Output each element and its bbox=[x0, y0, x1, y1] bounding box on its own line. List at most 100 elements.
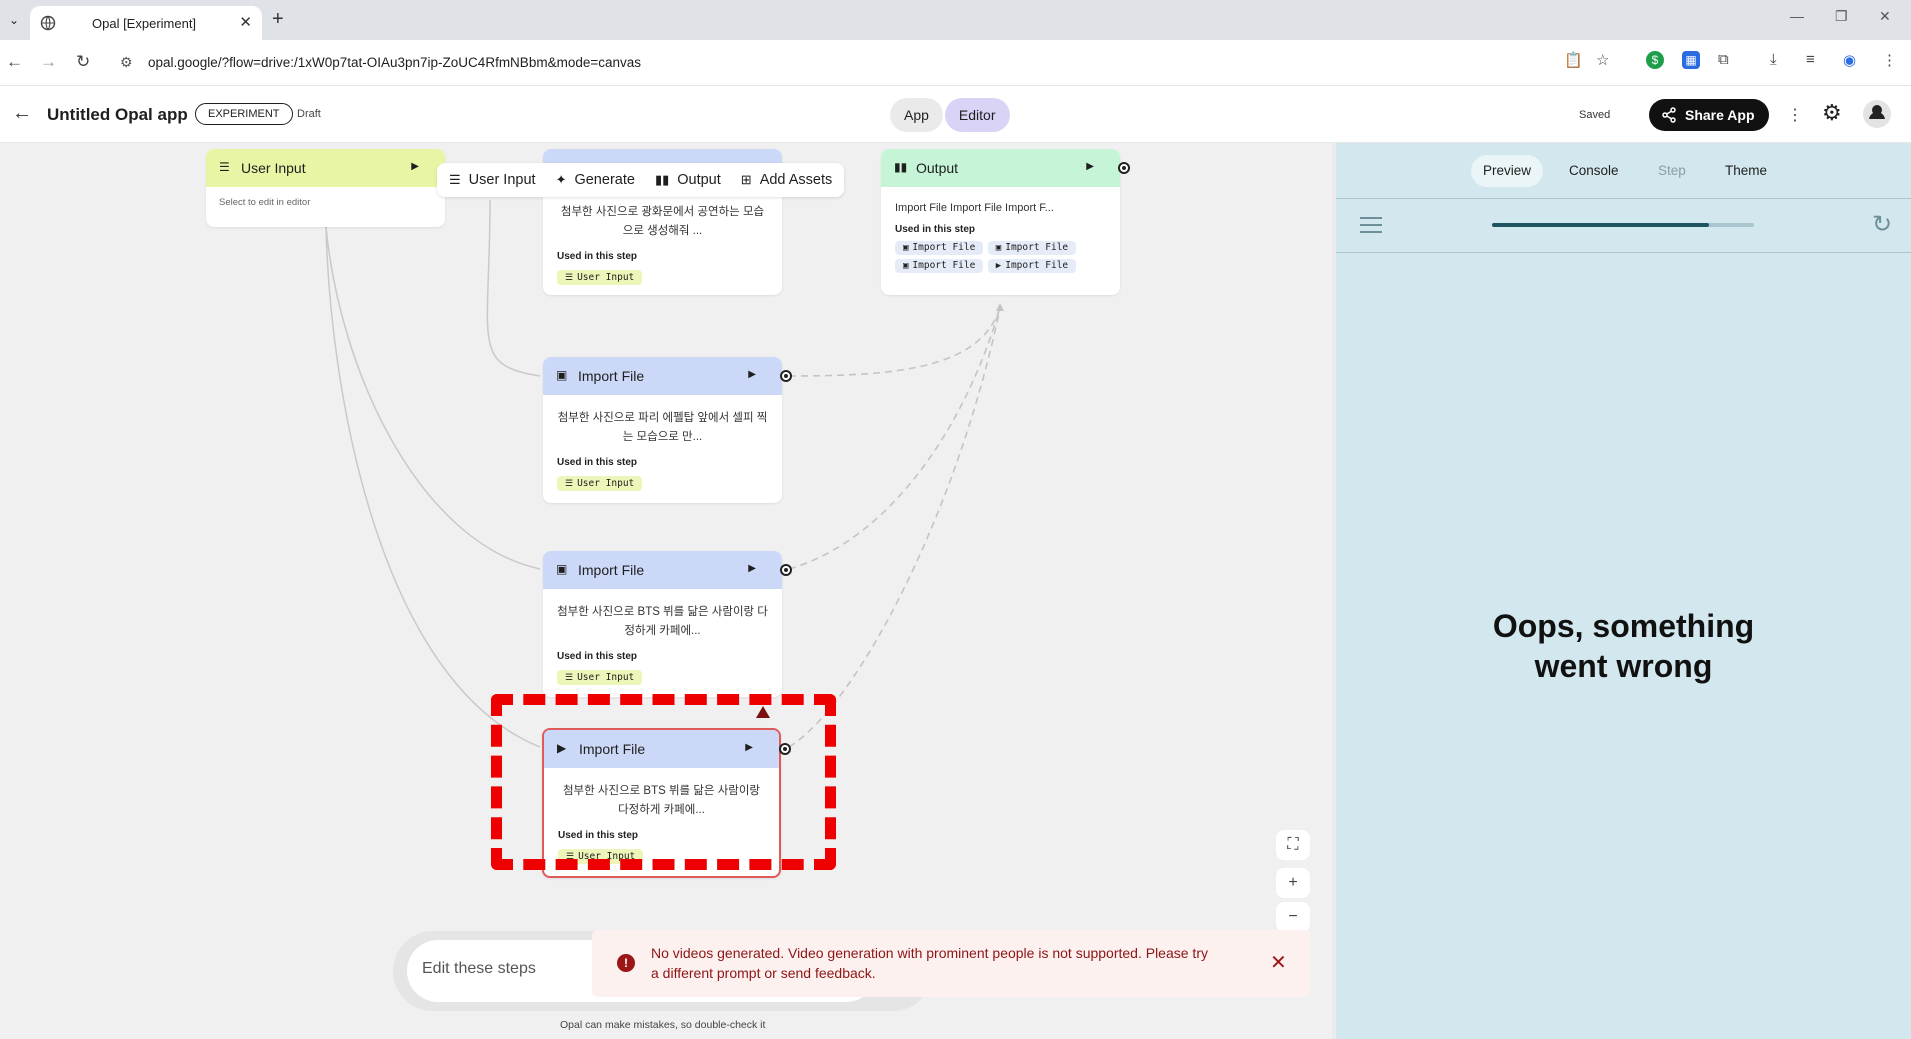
close-window-icon[interactable]: ✕ bbox=[1879, 8, 1891, 25]
tab-title: Opal [Experiment] bbox=[92, 16, 197, 31]
node-description: Import File Import File Import F... bbox=[895, 202, 1054, 214]
node-title: Output bbox=[916, 160, 959, 176]
node-header: ☰ User Input ▶ bbox=[206, 149, 445, 187]
site-settings-icon[interactable]: ⚙ bbox=[120, 54, 133, 71]
omnibox[interactable]: ⚙ opal.google/?flow=drive:/1xW0p7tat-OIA… bbox=[110, 47, 1610, 79]
close-error-icon[interactable]: ✕ bbox=[1270, 950, 1287, 975]
avatar[interactable] bbox=[1863, 100, 1891, 128]
toolbar-user-input-button[interactable]: ☰ User Input bbox=[449, 172, 536, 188]
browser-tab-bar: ⌄ Opal [Experiment] ✕ + — ❐ ✕ bbox=[0, 0, 1911, 40]
url-text[interactable]: opal.google/?flow=drive:/1xW0p7tat-OIAu3… bbox=[148, 55, 641, 70]
share-app-button[interactable]: Share App bbox=[1649, 99, 1769, 131]
close-tab-icon[interactable]: ✕ bbox=[239, 13, 252, 31]
tab-preview[interactable]: Preview bbox=[1471, 155, 1544, 187]
sparkle-icon: ✦ bbox=[555, 172, 567, 187]
chip-user-input: ☰ User Input bbox=[557, 476, 643, 491]
play-icon[interactable]: ▶ bbox=[748, 563, 756, 574]
more-options-icon[interactable]: ⋮ bbox=[1787, 105, 1803, 125]
app-title[interactable]: Untitled Opal app bbox=[47, 105, 188, 125]
chip-import-file: ▣ Import File bbox=[895, 241, 984, 255]
media-icon[interactable]: ≡ bbox=[1806, 51, 1815, 68]
add-box-icon: ⊞ bbox=[740, 172, 752, 187]
error-icon: ! bbox=[617, 954, 635, 972]
experiment-badge: EXPERIMENT bbox=[195, 103, 293, 125]
error-title: Oops, something went wrong bbox=[1492, 608, 1755, 684]
browser-tab[interactable]: Opal [Experiment] ✕ bbox=[30, 6, 262, 40]
output-port[interactable] bbox=[1118, 162, 1130, 174]
tab-console[interactable]: Console bbox=[1557, 155, 1631, 187]
minimize-icon[interactable]: — bbox=[1790, 8, 1804, 24]
node-user-input[interactable]: ☰ User Input ▶ Select to edit in editor bbox=[206, 149, 445, 227]
extension-blue-icon[interactable]: ▦ bbox=[1682, 51, 1700, 69]
image-file-icon: ▣ bbox=[556, 368, 568, 382]
error-toast: ! No videos generated. Video generation … bbox=[592, 930, 1310, 997]
tab-app[interactable]: App bbox=[890, 98, 943, 132]
node-import-file-2[interactable]: ▣ Import File ▶ 첨부한 사진으로 BTS 뷔를 닮은 사람이랑 … bbox=[543, 551, 792, 697]
chip-user-input: ☰ User Input bbox=[557, 270, 643, 285]
used-in-step-label: Used in this step bbox=[557, 251, 638, 262]
browser-menu-icon[interactable]: ⋮ bbox=[1882, 51, 1897, 69]
toolbar-generate-button[interactable]: ✦ Generate bbox=[556, 172, 635, 188]
used-in-step-label: Used in this step bbox=[895, 224, 976, 235]
puzzle-icon[interactable]: ⧉ bbox=[1718, 51, 1729, 68]
node-title: User Input bbox=[241, 160, 306, 176]
restart-icon[interactable]: ↻ bbox=[1872, 210, 1892, 239]
app-header: ← Untitled Opal app EXPERIMENT Draft App… bbox=[0, 86, 1911, 143]
download-icon[interactable]: ⤓ bbox=[1770, 51, 1777, 68]
share-app-label: Share App bbox=[1685, 107, 1755, 123]
chip-import-file: ▶ Import File bbox=[987, 259, 1077, 273]
image-file-icon: ▣ bbox=[556, 562, 568, 576]
new-tab-icon[interactable]: + bbox=[272, 8, 284, 31]
zoom-in-icon[interactable]: + bbox=[1276, 868, 1310, 898]
zoom-controls: ⛶ + − bbox=[1276, 830, 1316, 936]
zoom-out-icon[interactable]: − bbox=[1276, 902, 1310, 932]
play-icon[interactable]: ▶ bbox=[748, 369, 756, 380]
tab-editor[interactable]: Editor bbox=[944, 98, 1010, 132]
bookmark-star-icon[interactable]: ☆ bbox=[1596, 51, 1609, 69]
node-header: ▣ Import File ▶ bbox=[543, 357, 792, 395]
draft-status: Draft bbox=[297, 108, 321, 120]
node-header: ▮▮ Output ▶ bbox=[881, 149, 1130, 187]
node-output[interactable]: ▮▮ Output ▶ Import File Import File Impo… bbox=[881, 149, 1130, 295]
clipboard-icon[interactable]: 📋 bbox=[1564, 51, 1583, 69]
used-in-step-label: Used in this step bbox=[557, 651, 638, 662]
address-bar: ← → ↻ ⚙ opal.google/?flow=drive:/1xW0p7t… bbox=[0, 40, 1911, 86]
globe-icon bbox=[40, 15, 56, 31]
output-port[interactable] bbox=[780, 370, 792, 382]
toolbar-add-assets-button[interactable]: ⊞ Add Assets bbox=[741, 172, 832, 188]
menu-icon[interactable] bbox=[1360, 217, 1382, 238]
toolbar-output-button[interactable]: ▮▮ Output bbox=[655, 172, 721, 188]
node-header: ▣ Import File ▶ bbox=[543, 551, 792, 589]
fit-view-icon[interactable]: ⛶ bbox=[1276, 830, 1310, 860]
chip-import-file: ▣ Import File bbox=[987, 241, 1077, 255]
user-input-icon: ☰ bbox=[565, 273, 574, 283]
profile-icon[interactable]: ◉ bbox=[1843, 51, 1856, 69]
extension-green-icon[interactable]: $ bbox=[1646, 51, 1664, 69]
back-arrow-icon[interactable]: ← bbox=[12, 102, 32, 125]
forward-icon[interactable]: → bbox=[40, 52, 57, 72]
run-progress-bar bbox=[1492, 223, 1754, 227]
node-description: 첨부한 사진으로 파리 에펠탑 앞에서 셀피 찍는 모습으로 만... bbox=[557, 412, 768, 443]
back-icon[interactable]: ← bbox=[6, 52, 23, 72]
tab-list-chevron-icon[interactable]: ⌄ bbox=[4, 10, 24, 30]
reload-icon[interactable]: ↻ bbox=[76, 52, 90, 72]
restore-icon[interactable]: ❐ bbox=[1835, 8, 1848, 25]
play-icon[interactable]: ▶ bbox=[1086, 161, 1094, 172]
user-input-icon: ☰ bbox=[449, 172, 461, 187]
tab-theme[interactable]: Theme bbox=[1713, 155, 1779, 187]
panel-tabs: Preview Console Step Theme bbox=[1336, 143, 1911, 199]
flow-canvas[interactable]: ☰ User Input ▶ Select to edit in editor … bbox=[0, 143, 1332, 1039]
node-hint: Select to edit in editor bbox=[219, 197, 311, 208]
node-import-file-1[interactable]: ▣ Import File ▶ 첨부한 사진으로 파리 에펠탑 앞에서 셀피 찍… bbox=[543, 357, 792, 503]
disclaimer-text: Opal can make mistakes, so double-check … bbox=[560, 1019, 766, 1031]
tab-step[interactable]: Step bbox=[1646, 155, 1698, 187]
selection-highlight bbox=[491, 694, 836, 870]
node-title: Import File bbox=[578, 368, 645, 384]
output-port[interactable] bbox=[780, 564, 792, 576]
output-icon: ▮▮ bbox=[654, 172, 670, 187]
used-in-step-label: Used in this step bbox=[557, 457, 638, 468]
node-description: 첨부한 사진으로 BTS 뷔를 닮은 사람이랑 다정하게 카페에... bbox=[557, 606, 768, 637]
node-header bbox=[543, 149, 782, 163]
gear-icon[interactable]: ⚙ bbox=[1822, 100, 1842, 126]
play-icon[interactable]: ▶ bbox=[411, 161, 419, 172]
